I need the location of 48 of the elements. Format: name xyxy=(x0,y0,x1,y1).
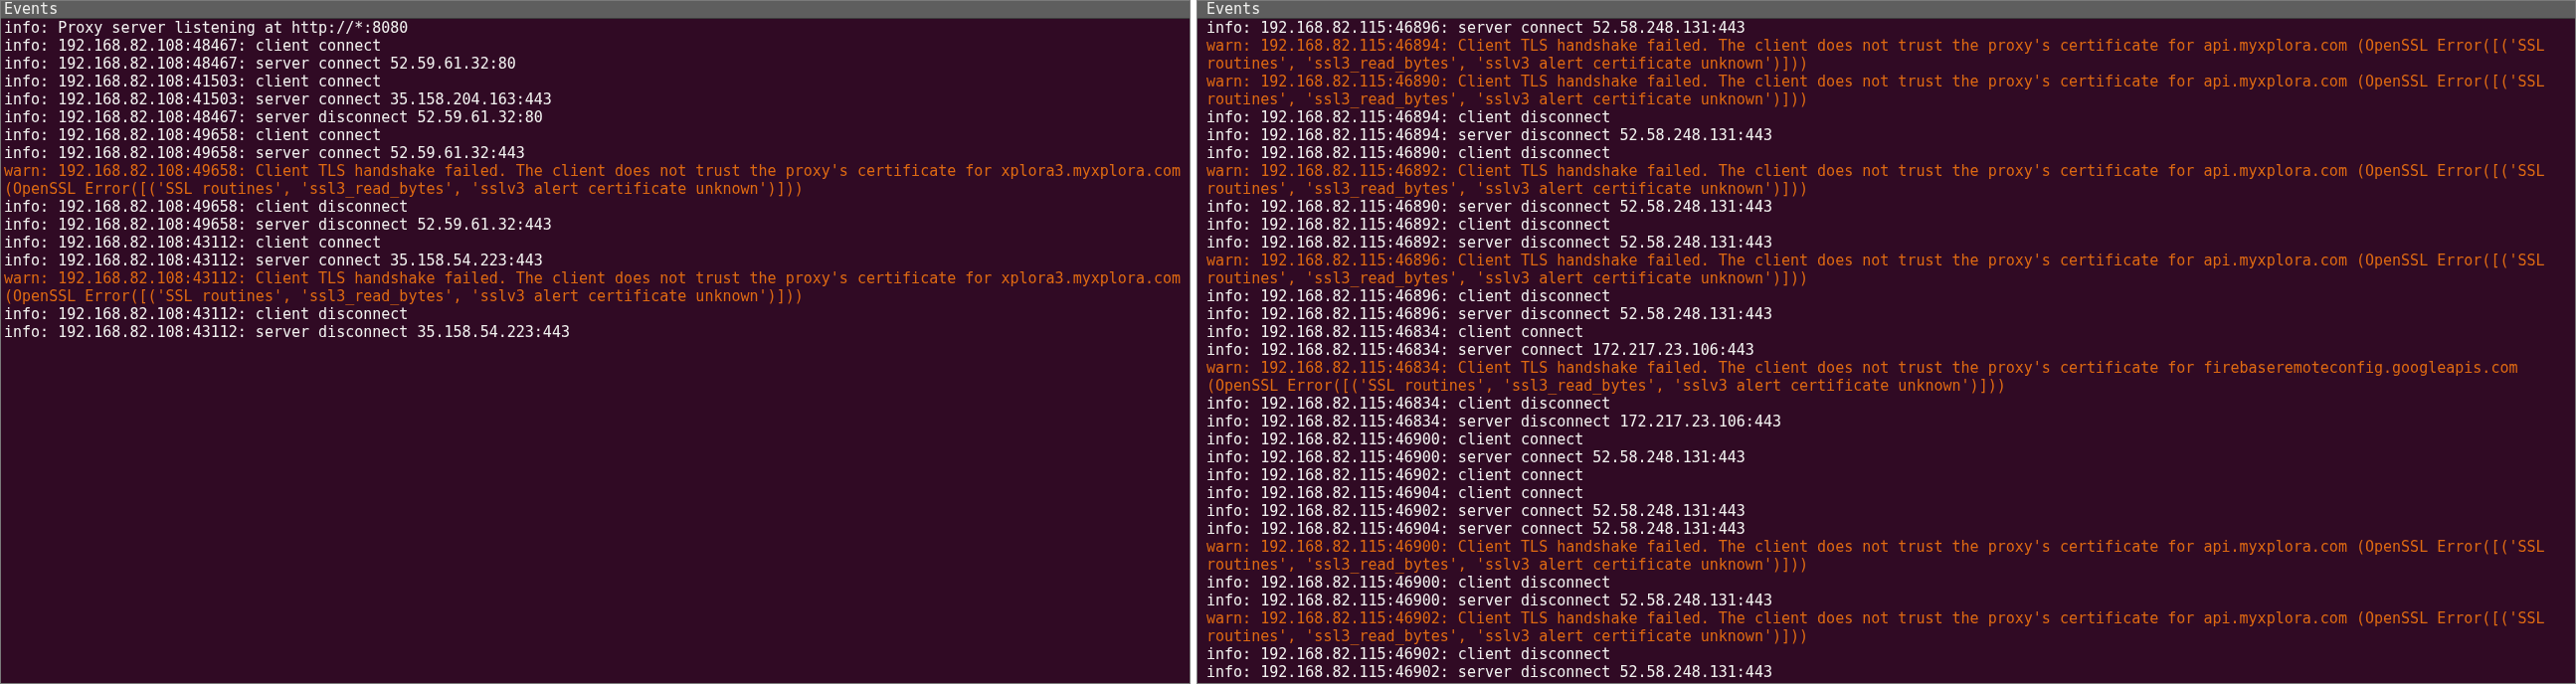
log-line: warn: 192.168.82.115:46834: Client TLS handshake failed. The client does not trust the proxy's certificate for firebaseremoteconfig.googleapis.com (OpenSSL Error([('SSL routines', 'ssl3_read_bytes', 'sslv3 alert certificate unknown')])) xyxy=(1206,359,2519,395)
log-line: info: 192.168.82.115:46834: client connect xyxy=(1206,323,1585,341)
log-line: info: 192.168.82.115:46896: server connect 52.58.248.131:443 xyxy=(1206,19,1747,37)
log-line: info: 192.168.82.115:46904: server connect 52.58.248.131:443 xyxy=(1206,520,1747,538)
log-line: warn: 192.168.82.115:46890: Client TLS handshake failed. The client does not trust the proxy's certificate for api.myxplora.com (OpenSSL Error([('SSL routines', 'ssl3_read_bytes', 'sslv3 alert certificate unknown')])) xyxy=(1206,73,2546,108)
log-line: info: 192.168.82.108:43112: server connect 35.158.54.223:443 xyxy=(4,252,544,269)
log-line: info: 192.168.82.115:46890: client disconnect xyxy=(1206,144,1612,162)
log-line: info: 192.168.82.115:46834: server connect 172.217.23.106:443 xyxy=(1206,341,1755,359)
log-line: info: 192.168.82.115:46892: client disconnect xyxy=(1206,216,1612,234)
log-line: info: 192.168.82.115:46904: client connect xyxy=(1206,484,1585,502)
log-line: info: Proxy server listening at http://*:8080 xyxy=(4,19,410,37)
log-line: warn: 192.168.82.115:46900: Client TLS handshake failed. The client does not trust the proxy's certificate for api.myxplora.com (OpenSSL Error([('SSL routines', 'ssl3_read_bytes', 'sslv3 alert certificate unknown')])) xyxy=(1206,538,2546,574)
log-line: info: 192.168.82.115:46900: client connect xyxy=(1206,430,1585,448)
log-line: warn: 192.168.82.115:46892: Client TLS handshake failed. The client does not trust the proxy's certificate for api.myxplora.com (OpenSSL Error([('SSL routines', 'ssl3_read_bytes', 'sslv3 alert certificate unknown')])) xyxy=(1206,162,2546,198)
log-line: info: 192.168.82.115:46902: client connect xyxy=(1206,466,1585,484)
log-line: info: 192.168.82.108:48467: server disconnect 52.59.61.32:80 xyxy=(4,108,544,126)
log-line: info: 192.168.82.115:46894: server disconnect 52.58.248.131:443 xyxy=(1206,126,1773,144)
log-line: warn: 192.168.82.115:46894: Client TLS handshake failed. The client does not trust the proxy's certificate for api.myxplora.com (OpenSSL Error([('SSL routines', 'ssl3_read_bytes', 'sslv3 alert certificate unknown')])) xyxy=(1206,37,2546,73)
log-line: info: 192.168.82.108:43112: client disconnect xyxy=(4,305,410,323)
log-line: info: 192.168.82.108:43112: client connect xyxy=(4,234,383,252)
log-line: info: 192.168.82.115:46892: server disconnect 52.58.248.131:443 xyxy=(1206,234,1773,252)
log-line: info: 192.168.82.108:49658: client connect xyxy=(4,126,383,144)
log-line: info: 192.168.82.108:49658: client disconnect xyxy=(4,198,410,216)
log-line: warn: 192.168.82.115:46896: Client TLS handshake failed. The client does not trust the proxy's certificate for api.myxplora.com (OpenSSL Error([('SSL routines', 'ssl3_read_bytes', 'sslv3 alert certificate unknown')])) xyxy=(1206,252,2546,287)
log-line: info: 192.168.82.115:46894: client disconnect xyxy=(1206,108,1612,126)
log-line: info: 192.168.82.115:46890: server disconnect 52.58.248.131:443 xyxy=(1206,198,1773,216)
log-line: info: 192.168.82.115:46834: client disconnect xyxy=(1206,395,1612,413)
log-line: info: 192.168.82.115:46902: server connect 52.58.248.131:443 xyxy=(1206,502,1747,520)
log-line: info: 192.168.82.115:46900: server connect 52.58.248.131:443 xyxy=(1206,448,1747,466)
log-line: info: 192.168.82.115:46902: server disconnect 52.58.248.131:443 xyxy=(1206,663,1773,681)
events-header: Events xyxy=(1197,1,2575,19)
log-line: info: 192.168.82.115:46902: client disconnect xyxy=(1206,645,1612,663)
log-line: info: 192.168.82.108:48467: client connect xyxy=(4,37,383,55)
log-line: warn: 192.168.82.115:46902: Client TLS handshake failed. The client does not trust the proxy's certificate for api.myxplora.com (OpenSSL Error([('SSL routines', 'ssl3_read_bytes', 'sslv3 alert certificate unknown')])) xyxy=(1206,609,2546,645)
log-line: info: 192.168.82.115:46900: server disconnect 52.58.248.131:443 xyxy=(1206,592,1773,609)
events-header: Events xyxy=(1,1,1190,19)
log-line: info: 192.168.82.108:41503: client connect xyxy=(4,73,383,90)
log-line: info: 192.168.82.115:46896: client disconnect xyxy=(1206,287,1612,305)
log-line: info: 192.168.82.115:46900: client disconnect xyxy=(1206,574,1612,592)
log-line: info: 192.168.82.108:43112: server disconnect 35.158.54.223:443 xyxy=(4,323,571,341)
log-line: info: 192.168.82.108:41503: server connect 35.158.204.163:443 xyxy=(4,90,553,108)
log-line: info: 192.168.82.108:49658: server disconnect 52.59.61.32:443 xyxy=(4,216,553,234)
log-line: info: 192.168.82.115:46896: server disconnect 52.58.248.131:443 xyxy=(1206,305,1773,323)
log-line: info: 192.168.82.115:46834: server disconnect 172.217.23.106:443 xyxy=(1206,413,1782,430)
log-line: warn: 192.168.82.108:43112: Client TLS handshake failed. The client does not trust the proxy's certificate for xplora3.myxplora.com (OpenSSL Error([('SSL routines', 'ssl3_read_bytes', 'sslv3 alert certificate unknown')])) xyxy=(4,269,1183,305)
log-line: info: 192.168.82.108:49658: server connect 52.59.61.32:443 xyxy=(4,144,526,162)
log-line: info: 192.168.82.108:48467: server connect 52.59.61.32:80 xyxy=(4,55,517,73)
log-line: warn: 192.168.82.108:49658: Client TLS handshake failed. The client does not trust the proxy's certificate for xplora3.myxplora.com (OpenSSL Error([('SSL routines', 'ssl3_read_bytes', 'sslv3 alert certificate unknown')])) xyxy=(4,162,1183,198)
